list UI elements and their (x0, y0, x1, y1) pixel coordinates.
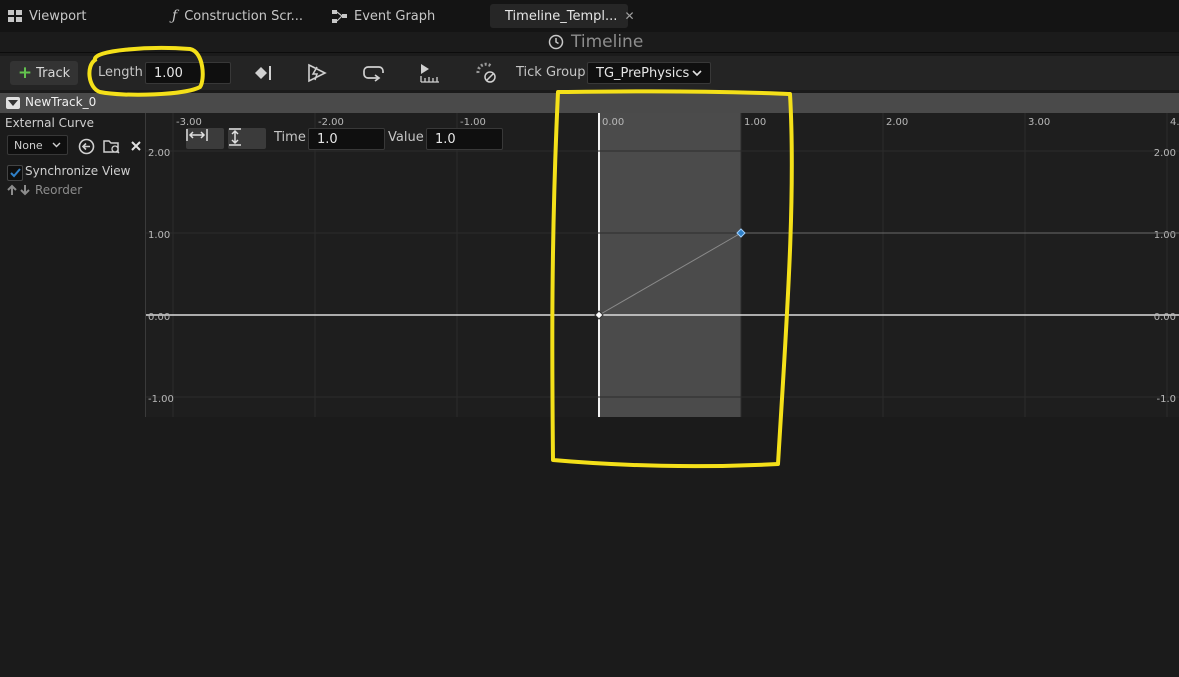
external-curve-label: External Curve (5, 116, 95, 130)
y-tick-label-right: -1.0 (1156, 394, 1176, 405)
add-track-button[interactable]: + Track (10, 61, 78, 85)
tab-label: Construction Scr... (184, 8, 304, 24)
zoom-to-fit-vertical-button[interactable] (228, 128, 266, 149)
grid-icon (8, 10, 22, 22)
plus-icon: + (17, 62, 33, 83)
reorder-label: Reorder (35, 183, 83, 197)
active-range (599, 113, 741, 417)
divider (0, 52, 1179, 53)
x-tick-label: 0.00 (602, 117, 624, 128)
synchronize-view-label: Synchronize View (25, 164, 131, 178)
add-track-label: Track (36, 65, 71, 81)
y-tick-label-right: 0.00 (1154, 312, 1176, 323)
timeline-toolbar: + Track Length 1.00 Tick Group TG_PrePhy… (0, 56, 1179, 90)
key-time-input[interactable]: 1.0 (308, 128, 385, 150)
chevron-down-icon (52, 142, 61, 148)
tab-label: Timeline_Templ... (505, 8, 618, 24)
y-tick-label: 2.00 (148, 148, 170, 159)
length-label: Length (98, 65, 143, 80)
x-tick-label: 3.00 (1028, 117, 1050, 128)
curve-canvas[interactable]: -3.00 -2.00 -1.00 0.00 1.00 2.00 3.00 4.0 2.00 2.… (146, 113, 1179, 417)
panel-title: Timeline (548, 31, 643, 53)
external-curve-dropdown[interactable]: None (7, 135, 68, 155)
chevron-down-icon (692, 69, 702, 76)
tab-construction-script[interactable]: ƒ Construction Scr... (172, 4, 303, 28)
y-tick-label: 0.00 (148, 312, 170, 323)
external-curve-value: None (14, 138, 43, 152)
x-tick-label: -1.00 (460, 117, 486, 128)
x-tick-label: 2.00 (886, 117, 908, 128)
checkmark-icon (9, 168, 21, 178)
tab-event-graph[interactable]: Event Graph (332, 4, 435, 28)
autoplay-icon[interactable] (306, 62, 328, 84)
synchronize-view-checkbox[interactable] (7, 165, 23, 181)
y-tick-label: -1.00 (148, 394, 174, 405)
function-icon: ƒ (172, 8, 178, 24)
clock-icon (548, 34, 564, 50)
event-graph-icon (332, 9, 347, 23)
x-tick-label: -2.00 (318, 117, 344, 128)
ignore-time-dilation-icon[interactable] (474, 62, 496, 84)
loop-icon[interactable] (362, 62, 384, 84)
last-keyframe-icon[interactable] (251, 62, 273, 84)
length-input[interactable]: 1.00 (145, 62, 231, 84)
panel-title-text: Timeline (571, 32, 644, 52)
value-label: Value (388, 130, 424, 145)
x-tick-label: 1.00 (744, 117, 766, 128)
zoom-to-fit-horizontal-button[interactable] (186, 128, 224, 149)
y-tick-label-right: 1.00 (1154, 230, 1176, 241)
x-tick-label: 4.0 (1170, 117, 1179, 128)
reorder-arrows-icon (7, 184, 30, 196)
collapse-triangle-icon[interactable] (6, 97, 20, 109)
tab-timeline-template[interactable]: Timeline_Templ... ✕ (490, 4, 635, 28)
tab-label: Event Graph (354, 8, 436, 24)
use-selected-asset-icon[interactable] (77, 137, 95, 155)
close-icon[interactable] (127, 137, 145, 155)
y-tick-label: 1.00 (148, 230, 170, 241)
close-icon[interactable]: ✕ (624, 9, 634, 23)
track-name[interactable]: NewTrack_0 (25, 95, 96, 109)
browse-folder-icon[interactable] (103, 137, 121, 155)
replicated-icon[interactable] (418, 62, 440, 84)
curve-editor-graph[interactable]: -3.00 -2.00 -1.00 0.00 1.00 2.00 3.00 4.0 2.00 2.… (145, 113, 1179, 417)
tab-label: Viewport (29, 8, 87, 24)
track-header[interactable]: NewTrack_0 (0, 93, 1179, 113)
tick-group-label: Tick Group (516, 65, 586, 80)
fit-vertical-icon (229, 128, 241, 146)
key-value-input[interactable]: 1.0 (426, 128, 503, 150)
track-properties-panel: External Curve None Synchronize View Reo… (0, 113, 145, 416)
tab-viewport[interactable]: Viewport (8, 4, 87, 28)
y-tick-label-right: 2.00 (1154, 148, 1176, 159)
fit-horizontal-icon (186, 129, 208, 141)
reorder-control[interactable]: Reorder (6, 183, 82, 197)
tab-bar: Viewport ƒ Construction Scr... Event Gra… (0, 0, 1179, 32)
tick-group-value: TG_PrePhysics (596, 65, 690, 81)
x-tick-label: -3.00 (176, 117, 202, 128)
tick-group-dropdown[interactable]: TG_PrePhysics (587, 62, 711, 84)
time-label: Time (274, 130, 306, 145)
